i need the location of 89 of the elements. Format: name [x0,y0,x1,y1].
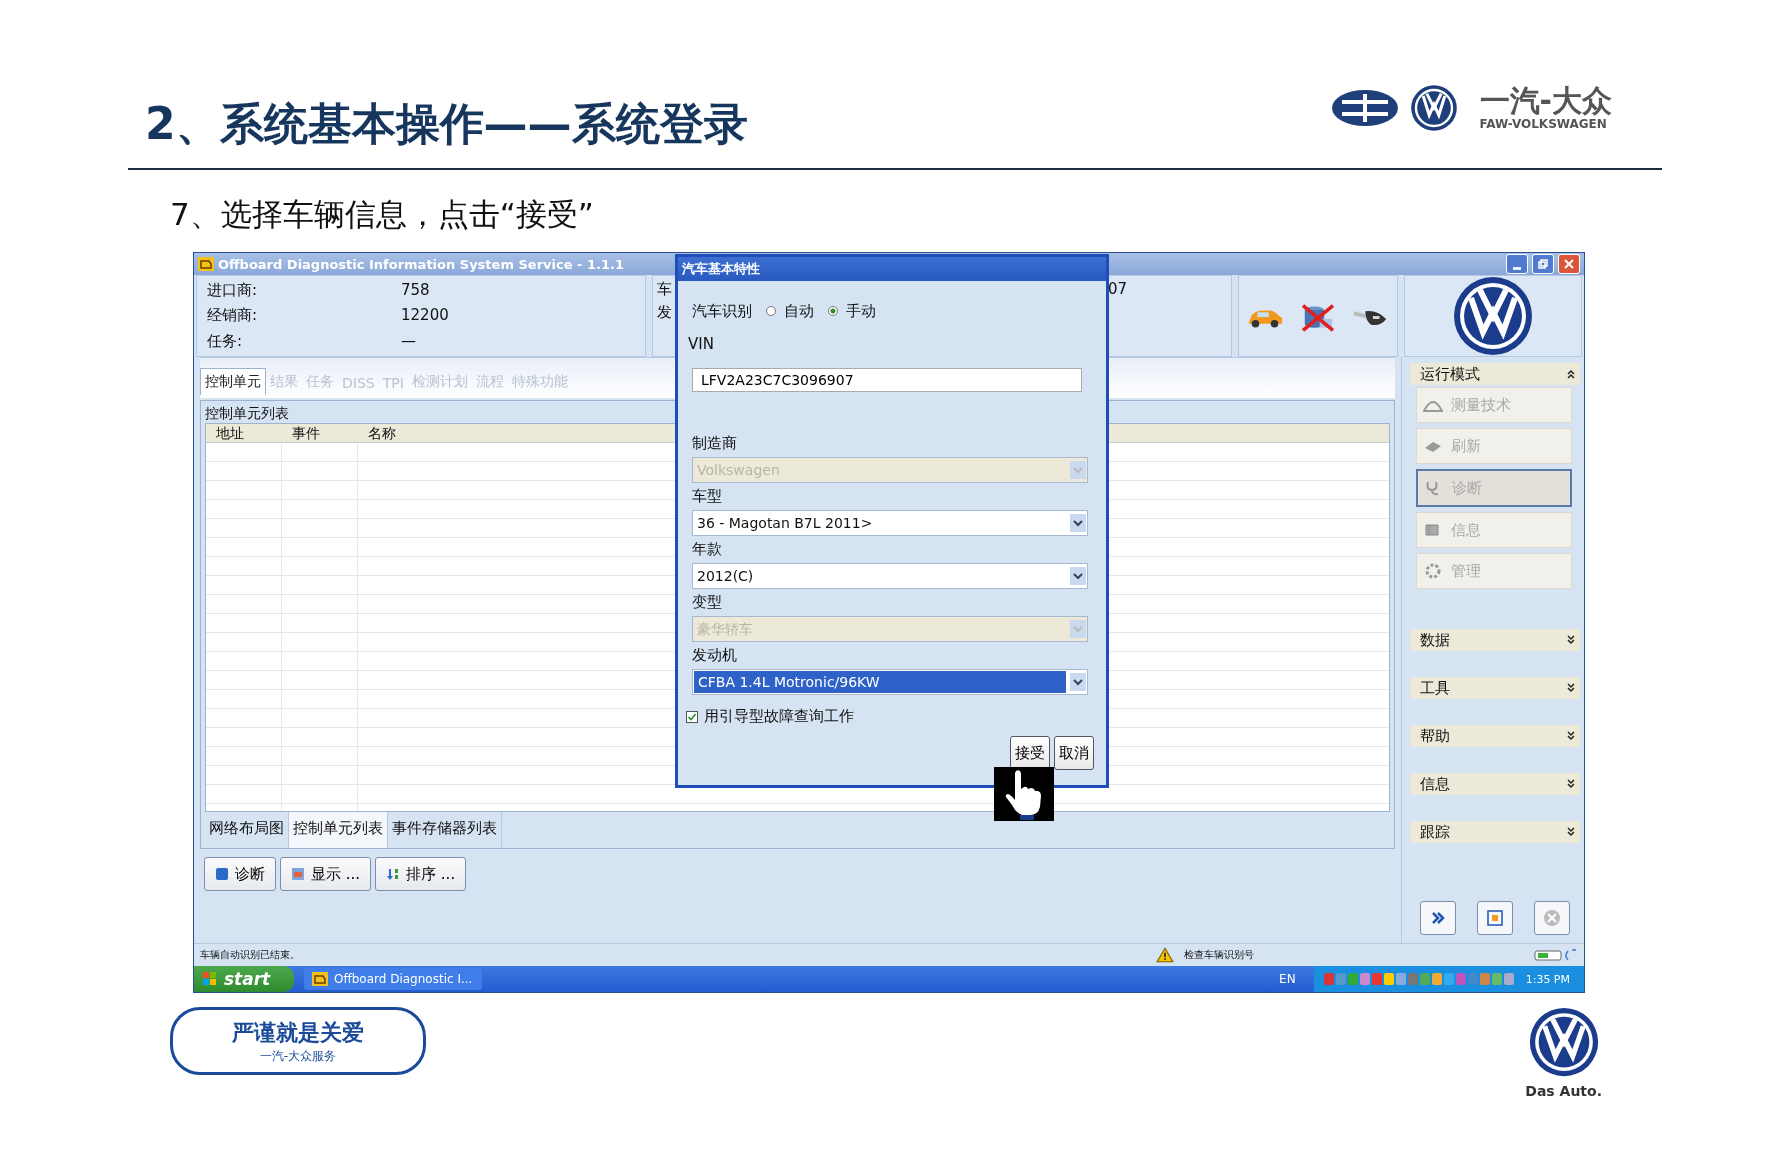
info-value: — [401,331,416,351]
dialog-button[interactable]: 接受 [1010,736,1050,770]
chevron-icon [1566,369,1576,379]
minimize-button[interactable] [1506,254,1528,274]
minimize-icon [1513,266,1521,270]
status-text: 检查车辆识别号 [1184,948,1255,962]
vw-logo-icon [1409,84,1458,132]
column-header[interactable]: 地址 [206,424,282,442]
radio-option[interactable]: 自动 [766,301,814,321]
slogan: Das Auto. [1525,1083,1602,1099]
fit-screen-button[interactable] [1477,901,1513,935]
info-label: 进口商: [207,281,259,301]
sidebar-section-header[interactable]: 帮助 [1410,725,1580,747]
close-button[interactable] [1558,254,1580,274]
logo-subtitle: 一汽-大众服务 [259,1047,337,1065]
sidebar-section-header[interactable]: 跟踪 [1410,821,1580,843]
tab[interactable]: 事件存储器列表 [388,812,502,848]
sidebar-section-header[interactable]: 数据 [1410,629,1580,651]
field-label: 汽车识别 [692,301,752,321]
checkbox[interactable] [686,710,698,723]
warning-icon [1156,947,1174,963]
square-icon [215,867,229,881]
tab[interactable]: 控制单元 [200,368,266,395]
action-button[interactable]: 诊断 [204,857,276,891]
brand-name: 一汽-大众 [1479,85,1612,117]
cancel-button[interactable] [1533,901,1570,935]
action-button[interactable]: 显示 ... [280,857,372,891]
info-label: 车 [657,280,672,299]
field-label: 年款 [692,539,723,560]
dropdown-field[interactable]: 36 - Magotan B7L 2011> [692,510,1088,536]
chevron-icon [1566,683,1576,693]
field-label: 发动机 [692,645,738,666]
dialog-button[interactable]: 取消 [1054,736,1094,770]
slide-title: 2、系统基本操作——系统登录 [145,97,748,151]
tab[interactable]: 控制单元列表 [289,812,388,848]
faw-logo-icon [1329,88,1400,128]
language-indicator[interactable]: EN [1279,972,1296,986]
taskbar-button[interactable]: Offboard Diagnostic I... [304,968,482,990]
action-button[interactable]: 排序 ... [375,857,467,891]
chevron-icon [1566,635,1576,645]
gear-icon [1423,563,1443,579]
dialog-title: 汽车基本特性 [678,257,1106,281]
column-header[interactable]: 名称 [358,424,428,442]
engine-icon [312,972,328,986]
sidebar-section-header[interactable]: 运行模式 [1410,363,1580,385]
start-button[interactable]: start [194,966,294,992]
windows-flag-icon [202,971,218,987]
expand-button[interactable] [1420,901,1457,935]
close-icon [1564,259,1574,269]
radio-option[interactable]: 手动 [828,301,876,321]
dropdown-field[interactable]: 2012(C) [692,563,1088,589]
panel-title: 控制单元列表 [205,404,289,423]
window-icon [291,867,305,881]
close-circle-icon [1542,909,1561,927]
info-value: 758 [401,281,430,301]
field-label: 变型 [692,592,723,613]
sort-icon [386,867,401,881]
restore-button[interactable] [1532,254,1554,274]
clock: 1:35 PM [1525,972,1570,986]
frame-icon [1486,909,1504,927]
vw-logo-icon [1453,276,1533,356]
vw-logo-icon [1528,1007,1599,1077]
chevron-icon [1566,731,1576,741]
info-label: 任务: [207,331,244,351]
info-value: 12200 [401,306,449,326]
vin-field[interactable]: LFV2A23C7C3096907 [692,368,1082,392]
database-disconnected-icon [1299,303,1337,333]
logo-motto: 严谨就是关爱 [232,1018,364,1047]
info-label: 经销商: [207,306,259,326]
brand-subtitle: FAW-VOLKSWAGEN [1479,117,1608,131]
window-title: Offboard Diagnostic Information System Service - 1.1.1 [218,256,624,272]
restore-icon [1538,259,1548,269]
field-label: 车型 [692,486,723,507]
chevron-icon [1566,779,1576,789]
info-value: 07 [1107,279,1127,300]
sidebar-section-header[interactable]: 信息 [1410,773,1580,795]
double-chevron-icon [1430,910,1447,926]
sidebar-section-header[interactable]: 工具 [1410,677,1580,699]
field-label: 制造商 [692,433,738,454]
column-header[interactable]: 事件 [282,424,358,442]
info-label: 发 [657,303,672,322]
dropdown-field[interactable]: CFBA 1.4L Motronic/96KW [692,669,1088,695]
engine-icon [198,257,214,271]
chevron-icon [1566,827,1576,837]
connection-icon [1534,948,1578,962]
status-text: 车辆自动识别已结束。 [200,948,301,962]
field-label: VIN [688,334,715,355]
step-text: 7、选择车辆信息，点击“接受” [170,195,595,234]
checkbox-label[interactable]: 用引导型故障查询工作 [704,707,854,726]
